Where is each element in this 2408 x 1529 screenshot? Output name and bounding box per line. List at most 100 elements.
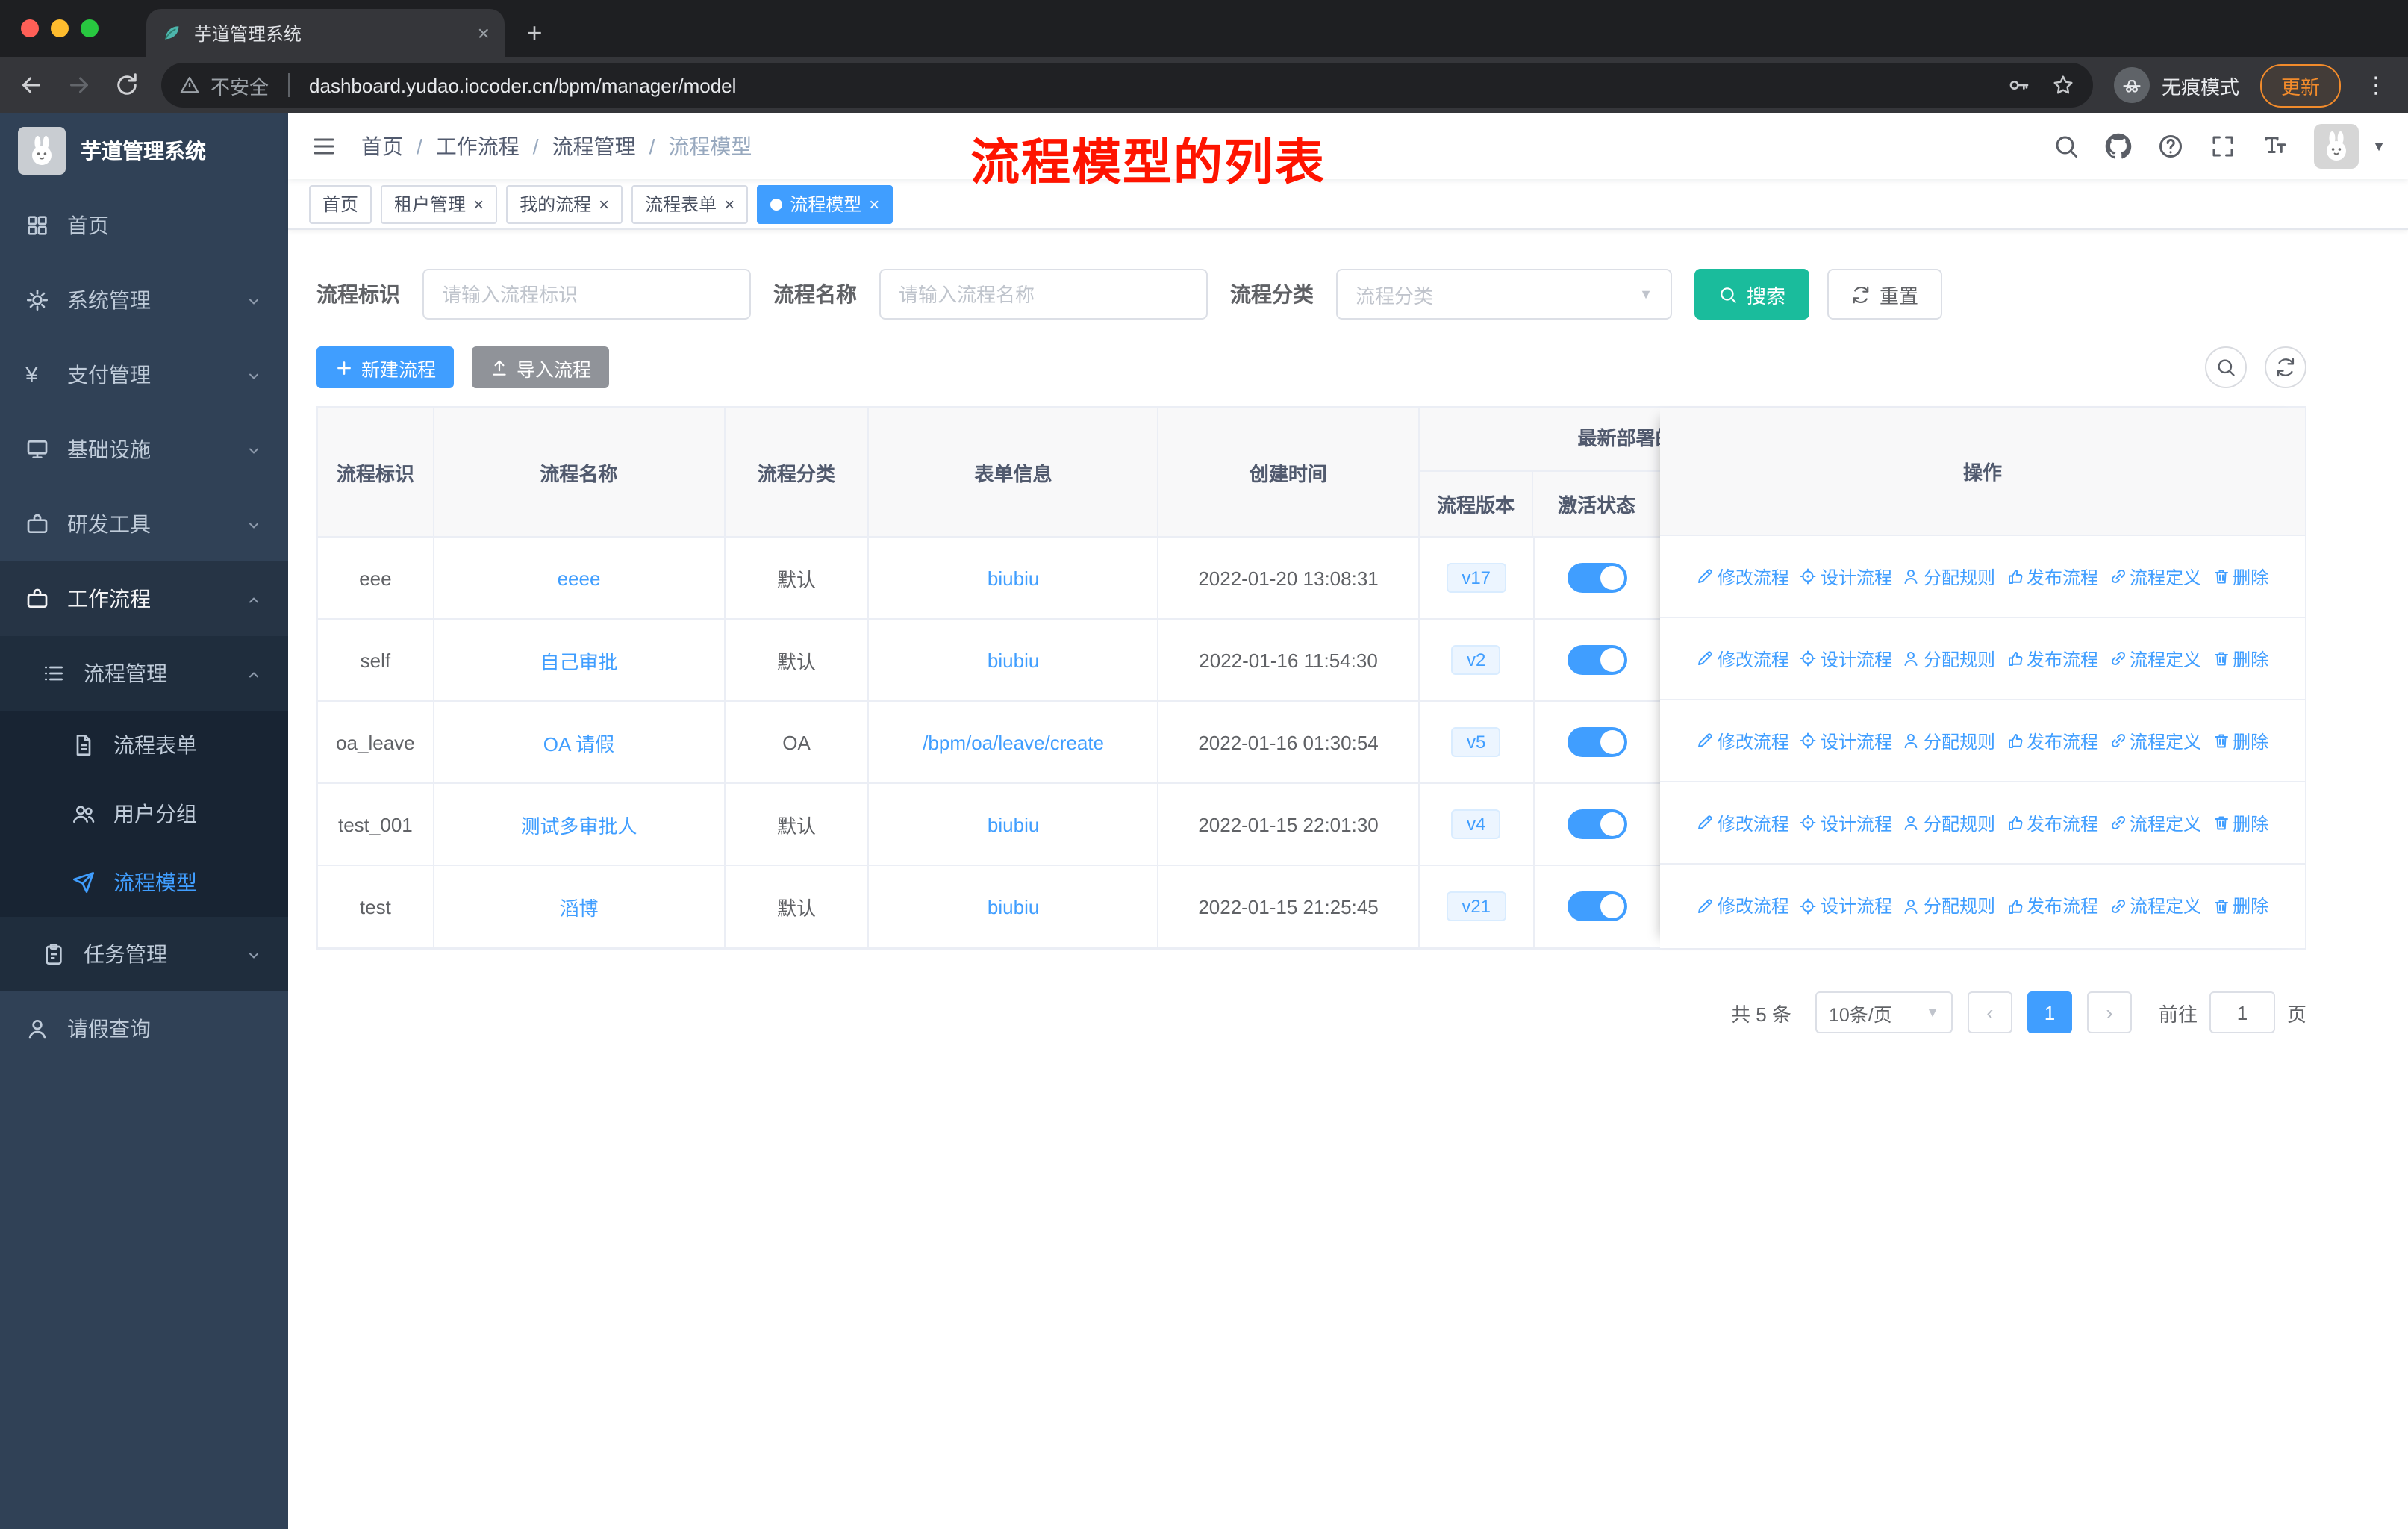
process-name-input[interactable] (879, 269, 1208, 320)
version-badge[interactable]: v2 (1451, 644, 1501, 676)
form-info-link[interactable]: biubiu (988, 567, 1039, 589)
chrome-update-button[interactable]: 更新 (2259, 63, 2341, 107)
user-avatar[interactable] (2314, 124, 2359, 169)
design-process-link[interactable]: 设计流程 (1800, 728, 1892, 753)
search-button[interactable]: 搜索 (1694, 269, 1810, 320)
close-icon[interactable]: × (869, 193, 879, 214)
create-process-button[interactable]: 新建流程 (316, 346, 455, 388)
assign-rule-link[interactable]: 分配规则 (1903, 728, 1995, 753)
minimize-window-button[interactable] (51, 19, 69, 37)
close-window-button[interactable] (21, 19, 39, 37)
back-button[interactable] (18, 72, 45, 99)
form-info-link[interactable]: /bpm/oa/leave/create (923, 731, 1104, 753)
form-info-link[interactable]: biubiu (988, 649, 1039, 671)
modify-process-link[interactable]: 修改流程 (1697, 564, 1789, 589)
github-icon[interactable] (2105, 133, 2132, 160)
breadcrumb-home[interactable]: 首页 (361, 131, 403, 161)
close-icon[interactable]: × (473, 193, 484, 214)
process-name-link[interactable]: 滔博 (559, 892, 598, 921)
version-badge[interactable]: v17 (1447, 562, 1506, 594)
process-name-link[interactable]: OA 请假 (543, 728, 614, 756)
assign-rule-link[interactable]: 分配规则 (1903, 646, 1995, 671)
sidebar-item-task-management[interactable]: 任务管理 (0, 917, 288, 991)
design-process-link[interactable]: 设计流程 (1800, 810, 1892, 835)
sidebar-item-process-form[interactable]: 流程表单 (0, 711, 288, 779)
process-definition-link[interactable]: 流程定义 (2109, 728, 2201, 753)
sidebar-item-process-model[interactable]: 流程模型 (0, 848, 288, 917)
header-search-icon[interactable] (2053, 133, 2080, 160)
process-definition-link[interactable]: 流程定义 (2109, 564, 2201, 589)
modify-process-link[interactable]: 修改流程 (1697, 646, 1789, 671)
hamburger-icon[interactable] (311, 133, 337, 160)
bookmark-star-icon[interactable] (2051, 73, 2075, 97)
form-info-link[interactable]: biubiu (988, 895, 1039, 918)
reload-button[interactable] (113, 72, 140, 99)
fullscreen-icon[interactable] (2209, 133, 2236, 160)
publish-process-link[interactable]: 发布流程 (2006, 728, 2098, 753)
tag-process-model[interactable]: 流程模型 × (757, 184, 893, 223)
sidebar-item-infrastructure[interactable]: 基础设施 (0, 412, 288, 487)
sidebar-item-workflow[interactable]: 工作流程 (0, 561, 288, 636)
sidebar-item-home[interactable]: 首页 (0, 188, 288, 263)
delete-process-link[interactable]: 删除 (2212, 646, 2268, 671)
toggle-search-button[interactable] (2205, 346, 2247, 388)
active-toggle[interactable] (1567, 809, 1627, 839)
maximize-window-button[interactable] (81, 19, 99, 37)
modify-process-link[interactable]: 修改流程 (1697, 810, 1789, 835)
tag-tenant[interactable]: 租户管理 × (381, 184, 498, 223)
forward-button[interactable] (66, 72, 93, 99)
reset-button[interactable]: 重置 (1827, 269, 1943, 320)
sidebar-item-leave-query[interactable]: 请假查询 (0, 991, 288, 1066)
assign-rule-link[interactable]: 分配规则 (1903, 810, 1995, 835)
assign-rule-link[interactable]: 分配规则 (1903, 564, 1995, 589)
password-key-icon[interactable] (2006, 73, 2030, 97)
active-toggle[interactable] (1567, 727, 1627, 757)
new-tab-button[interactable]: + (514, 12, 555, 54)
version-badge[interactable]: v21 (1447, 891, 1506, 922)
process-name-link[interactable]: 测试多审批人 (520, 810, 637, 838)
import-process-button[interactable]: 导入流程 (472, 346, 610, 388)
tab-close-icon[interactable]: × (478, 21, 490, 45)
delete-process-link[interactable]: 删除 (2212, 893, 2268, 918)
prev-page-button[interactable]: ‹ (1967, 991, 2012, 1033)
sidebar-item-process-management[interactable]: 流程管理 (0, 636, 288, 711)
tag-process-form[interactable]: 流程表单 × (631, 184, 749, 223)
process-definition-link[interactable]: 流程定义 (2109, 646, 2201, 671)
breadcrumb-process-management[interactable]: 流程管理 (552, 131, 636, 161)
avatar-caret-icon[interactable]: ▼ (2372, 139, 2386, 154)
goto-page-input[interactable] (2209, 991, 2275, 1033)
process-definition-link[interactable]: 流程定义 (2109, 810, 2201, 835)
browser-tab[interactable]: 芋道管理系统 × (146, 9, 505, 57)
page-number-1[interactable]: 1 (2027, 991, 2072, 1033)
active-toggle[interactable] (1567, 563, 1627, 593)
sidebar-item-payment[interactable]: ¥ 支付管理 (0, 337, 288, 412)
process-key-input[interactable] (422, 269, 751, 320)
version-badge[interactable]: v4 (1451, 809, 1501, 840)
browser-menu-icon[interactable]: ⋮ (2362, 72, 2390, 99)
publish-process-link[interactable]: 发布流程 (2006, 893, 2098, 918)
process-definition-link[interactable]: 流程定义 (2109, 893, 2201, 918)
assign-rule-link[interactable]: 分配规则 (1903, 893, 1995, 918)
tag-home[interactable]: 首页 (309, 184, 372, 223)
modify-process-link[interactable]: 修改流程 (1697, 893, 1789, 918)
active-toggle[interactable] (1567, 645, 1627, 675)
sidebar-item-devtools[interactable]: 研发工具 (0, 487, 288, 561)
page-size-select[interactable]: 10条/页 ▼ (1815, 991, 1953, 1033)
active-toggle[interactable] (1567, 891, 1627, 921)
breadcrumb-workflow[interactable]: 工作流程 (436, 131, 520, 161)
font-size-icon[interactable] (2262, 133, 2289, 160)
tag-my-process[interactable]: 我的流程 × (506, 184, 623, 223)
form-info-link[interactable]: biubiu (988, 813, 1039, 835)
app-logo[interactable]: 芋道管理系统 (0, 113, 288, 188)
modify-process-link[interactable]: 修改流程 (1697, 728, 1789, 753)
sidebar-item-system[interactable]: 系统管理 (0, 263, 288, 337)
process-category-select[interactable]: 流程分类 ▼ (1336, 269, 1672, 320)
design-process-link[interactable]: 设计流程 (1800, 564, 1892, 589)
sidebar-item-user-group[interactable]: 用户分组 (0, 779, 288, 848)
close-icon[interactable]: × (599, 193, 609, 214)
refresh-table-button[interactable] (2265, 346, 2306, 388)
publish-process-link[interactable]: 发布流程 (2006, 646, 2098, 671)
delete-process-link[interactable]: 删除 (2212, 810, 2268, 835)
design-process-link[interactable]: 设计流程 (1800, 893, 1892, 918)
design-process-link[interactable]: 设计流程 (1800, 646, 1892, 671)
